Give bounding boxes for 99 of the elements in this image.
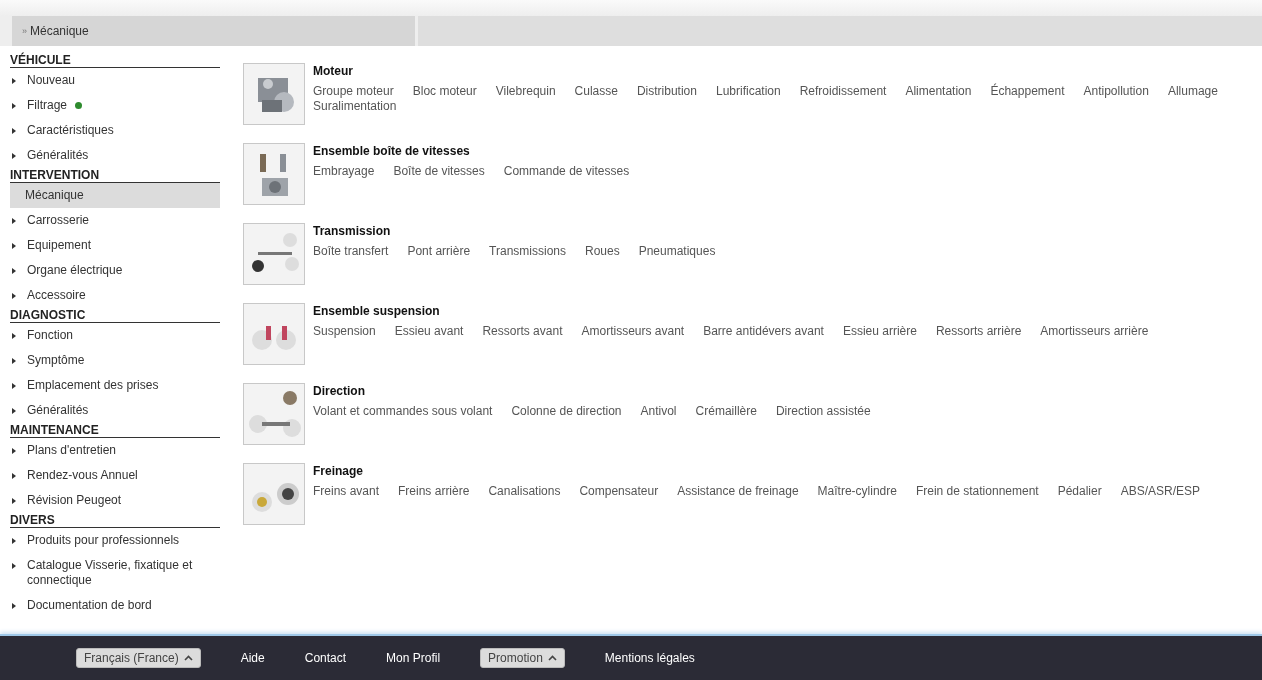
subcategory-link[interactable]: Commande de vitesses bbox=[503, 164, 630, 179]
subcategory-link[interactable]: Boîte de vitesses bbox=[393, 164, 485, 179]
caret-icon bbox=[12, 498, 16, 504]
subcategory-link[interactable]: Distribution bbox=[636, 84, 697, 99]
caret-icon bbox=[12, 538, 16, 544]
caret-icon bbox=[12, 103, 16, 109]
subcategory-link[interactable]: Suralimentation bbox=[313, 99, 397, 114]
footer-link[interactable]: Contact bbox=[304, 651, 347, 665]
subcategory-link[interactable]: Direction assistée bbox=[775, 404, 871, 419]
sidebar-item[interactable]: Documentation de bord bbox=[10, 593, 220, 618]
category-title[interactable]: Ensemble boîte de vitesses bbox=[313, 144, 630, 158]
subcategory-link[interactable]: Frein de stationnement bbox=[915, 484, 1039, 499]
caret-up-icon bbox=[547, 655, 557, 661]
subcategory-link[interactable]: Alimentation bbox=[905, 84, 972, 99]
subcategory-link[interactable]: Échappement bbox=[990, 84, 1065, 99]
sidebar-item[interactable]: Fonction bbox=[10, 323, 220, 348]
category-title[interactable]: Moteur bbox=[313, 64, 1252, 78]
caret-icon bbox=[12, 473, 16, 479]
caret-icon bbox=[12, 243, 16, 249]
subcategory-link[interactable]: Embrayage bbox=[313, 164, 375, 179]
sidebar-item[interactable]: Accessoire bbox=[10, 283, 220, 308]
breadcrumb-label: Mécanique bbox=[30, 24, 89, 38]
caret-icon bbox=[12, 358, 16, 364]
sidebar-item[interactable]: Filtrage bbox=[10, 93, 220, 118]
subcategory-link[interactable]: Transmissions bbox=[489, 244, 566, 259]
caret-icon bbox=[12, 408, 16, 414]
caret-icon bbox=[12, 383, 16, 389]
subcategory-link[interactable]: Colonne de direction bbox=[511, 404, 622, 419]
sidebar-item[interactable]: Catalogue Visserie, fixatique et connectique bbox=[10, 553, 220, 593]
sidebar-item[interactable]: Produits pour professionnels bbox=[10, 528, 220, 553]
subcategory-link[interactable]: Barre antidévers avant bbox=[703, 324, 824, 339]
subcategory-link[interactable]: Pont arrière bbox=[407, 244, 471, 259]
sidebar-item[interactable]: Equipement bbox=[10, 233, 220, 258]
footer-link[interactable]: Mon Profil bbox=[386, 651, 441, 665]
sidebar-item[interactable]: Plans d'entretien bbox=[10, 438, 220, 463]
category-title[interactable]: Transmission bbox=[313, 224, 716, 238]
subcategory-link[interactable]: Bloc moteur bbox=[412, 84, 477, 99]
subcategory-link[interactable]: Lubrification bbox=[715, 84, 781, 99]
sidebar-item[interactable]: Carrosserie bbox=[10, 208, 220, 233]
breadcrumb-marker: » bbox=[22, 26, 27, 36]
category-title[interactable]: Freinage bbox=[313, 464, 1201, 478]
caret-icon bbox=[12, 333, 16, 339]
subcategory-link[interactable]: Allumage bbox=[1167, 84, 1218, 99]
subcategory-link[interactable]: Ressorts avant bbox=[482, 324, 563, 339]
section-heading: DIAGNOSTIC bbox=[10, 308, 220, 323]
caret-icon bbox=[12, 218, 16, 224]
sidebar-item[interactable]: Révision Peugeot bbox=[10, 488, 220, 513]
subcategory-link[interactable]: Freins arrière bbox=[398, 484, 470, 499]
category-title[interactable]: Ensemble suspension bbox=[313, 304, 1149, 318]
caret-icon bbox=[12, 293, 16, 299]
caret-icon bbox=[12, 603, 16, 609]
section-heading: VÉHICULE bbox=[10, 53, 220, 68]
dropdown-button[interactable]: Français (France) bbox=[76, 648, 201, 668]
subcategory-link[interactable]: Boîte transfert bbox=[313, 244, 389, 259]
subcategory-link[interactable]: Essieu avant bbox=[394, 324, 464, 339]
sidebar-item[interactable]: Organe électrique bbox=[10, 258, 220, 283]
caret-icon bbox=[12, 563, 16, 569]
footer-link[interactable]: Aide bbox=[240, 651, 265, 665]
subcategory-link[interactable]: Ressorts arrière bbox=[935, 324, 1022, 339]
subcategory-link[interactable]: Antivol bbox=[640, 404, 677, 419]
subcategory-link[interactable]: Amortisseurs arrière bbox=[1040, 324, 1149, 339]
subcategory-link[interactable]: Compensateur bbox=[579, 484, 659, 499]
subcategory-link[interactable]: Amortisseurs avant bbox=[581, 324, 685, 339]
category-title[interactable]: Direction bbox=[313, 384, 871, 398]
subcategory-link[interactable]: Pneumatiques bbox=[638, 244, 716, 259]
subcategory-link[interactable]: ABS/ASR/ESP bbox=[1120, 484, 1201, 499]
caret-icon bbox=[12, 448, 16, 454]
subcategory-link[interactable]: Volant et commandes sous volant bbox=[313, 404, 493, 419]
subcategory-link[interactable]: Essieu arrière bbox=[842, 324, 917, 339]
subcategory-link[interactable]: Pédalier bbox=[1057, 484, 1102, 499]
caret-up-icon bbox=[183, 655, 193, 661]
subcategory-link[interactable]: Antipollution bbox=[1083, 84, 1149, 99]
sidebar-item[interactable]: Généralités bbox=[10, 398, 220, 423]
subcategory-link[interactable]: Maître-cylindre bbox=[817, 484, 897, 499]
subcategory-link[interactable]: Canalisations bbox=[488, 484, 561, 499]
subcategory-link[interactable]: Freins avant bbox=[313, 484, 380, 499]
subcategory-link[interactable]: Roues bbox=[585, 244, 620, 259]
caret-icon bbox=[12, 78, 16, 84]
sidebar-item[interactable]: Mécanique bbox=[10, 183, 220, 208]
section-heading: DIVERS bbox=[10, 513, 220, 528]
subcategory-link[interactable]: Culasse bbox=[574, 84, 618, 99]
section-heading: MAINTENANCE bbox=[10, 423, 220, 438]
subcategory-link[interactable]: Refroidissement bbox=[799, 84, 887, 99]
footer-link[interactable]: Mentions légales bbox=[604, 651, 695, 665]
sidebar-item[interactable]: Nouveau bbox=[10, 68, 220, 93]
caret-icon bbox=[12, 153, 16, 159]
sidebar-item[interactable]: Rendez-vous Annuel bbox=[10, 463, 220, 488]
subcategory-link[interactable]: Vilebrequin bbox=[495, 84, 556, 99]
subcategory-link[interactable]: Suspension bbox=[313, 324, 376, 339]
subcategory-link[interactable]: Crémaillère bbox=[695, 404, 757, 419]
caret-icon bbox=[12, 268, 16, 274]
subcategory-link[interactable]: Groupe moteur bbox=[313, 84, 394, 99]
sidebar-item[interactable]: Symptôme bbox=[10, 348, 220, 373]
sidebar-item[interactable]: Emplacement des prises bbox=[10, 373, 220, 398]
dropdown-button[interactable]: Promotion bbox=[480, 648, 565, 668]
sidebar-item[interactable]: Caractéristiques bbox=[10, 118, 220, 143]
subcategory-link[interactable]: Assistance de freinage bbox=[677, 484, 799, 499]
caret-icon bbox=[12, 128, 16, 134]
sidebar-item[interactable]: Généralités bbox=[10, 143, 220, 168]
